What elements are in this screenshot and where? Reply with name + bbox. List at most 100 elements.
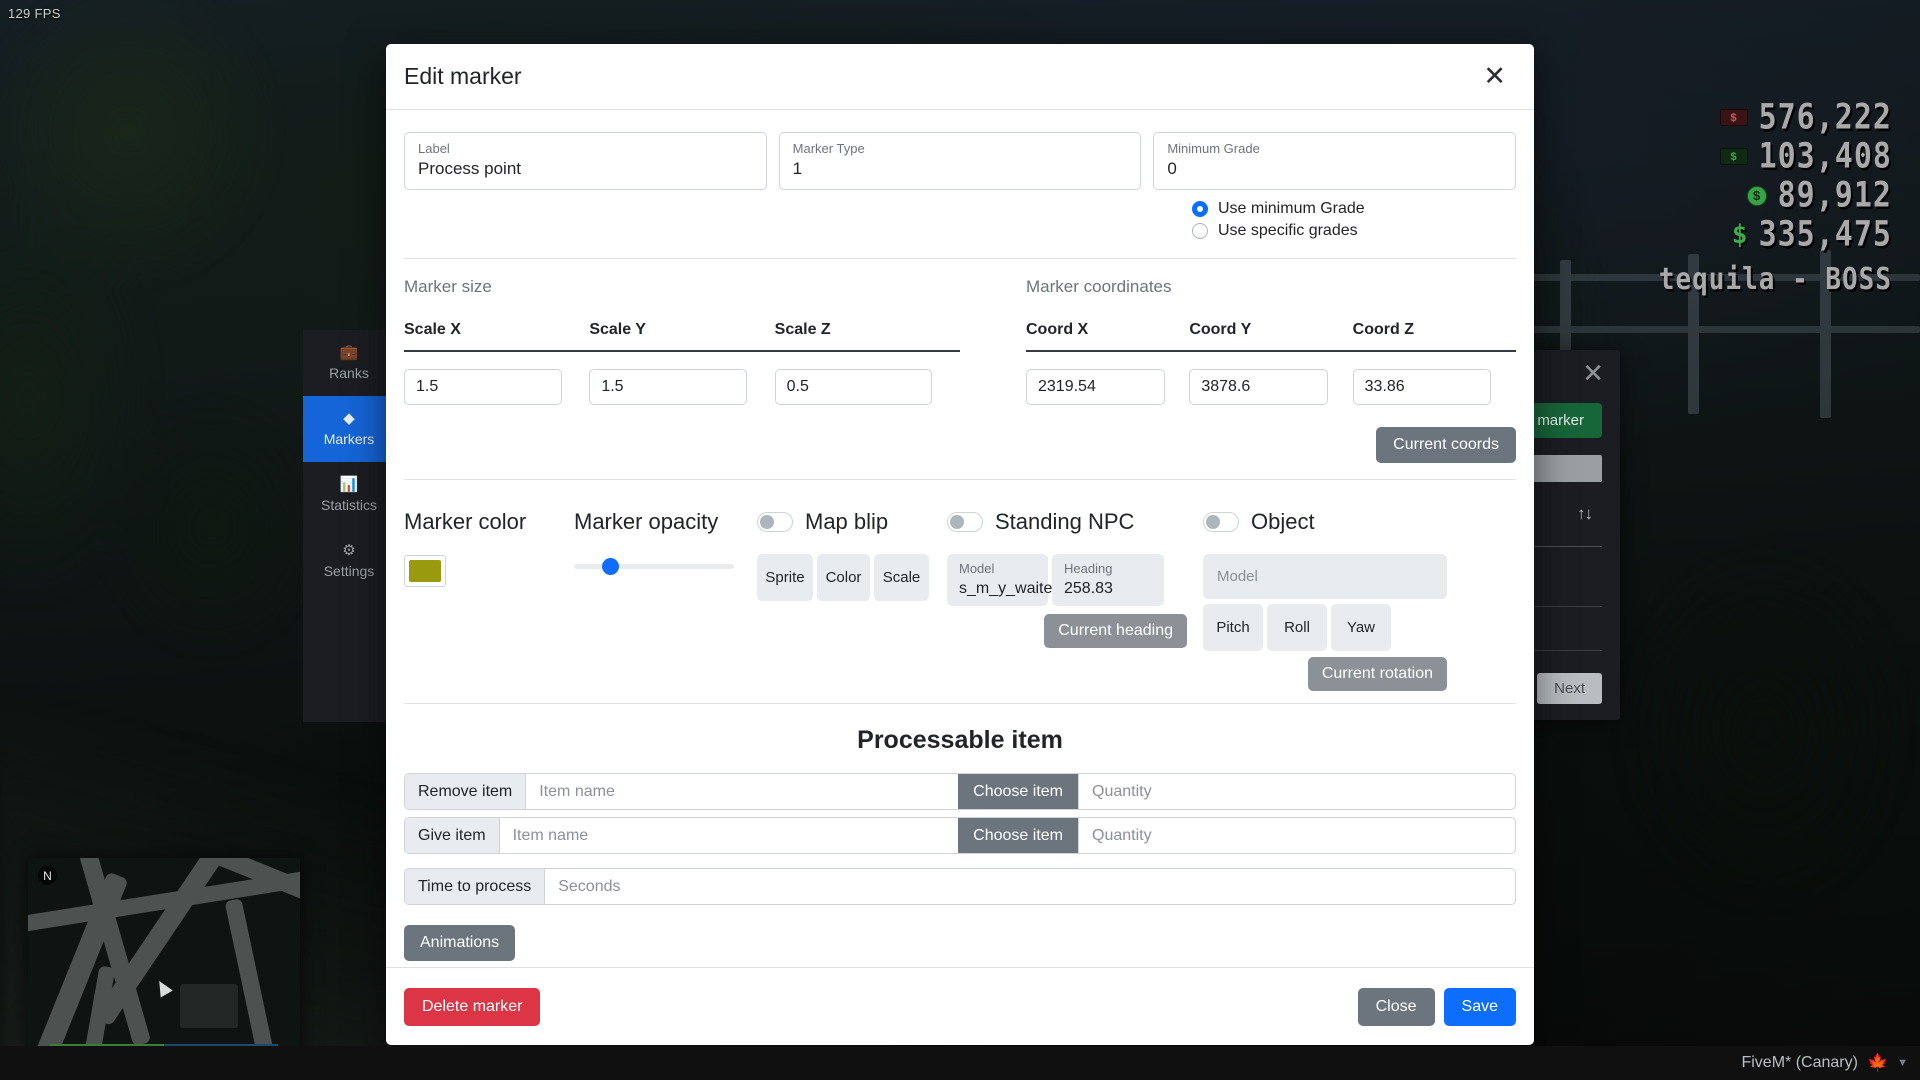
cash-bill-green-icon: $ (1719, 148, 1748, 165)
npc-model-label: Model (959, 561, 995, 577)
close-icon[interactable]: ✕ (1582, 360, 1604, 386)
minimum-grade-value: 0 (1167, 158, 1177, 178)
object-pitch-button[interactable]: Pitch (1203, 604, 1263, 651)
map-blip-toggle[interactable] (757, 512, 793, 532)
object-toggle[interactable] (1203, 512, 1239, 532)
blip-sprite-button[interactable]: Sprite (757, 554, 813, 601)
marker-opacity-group: Marker opacity (574, 504, 739, 691)
close-button[interactable]: Close (1357, 987, 1435, 1026)
minimum-grade-label: Minimum Grade (1167, 141, 1260, 157)
hud-job-name: tequila - BOSS (1658, 262, 1892, 298)
marker-color-swatch[interactable] (404, 555, 446, 587)
map-blip-title: Map blip (805, 509, 889, 534)
coord-z-input[interactable]: 33.86 (1352, 369, 1492, 405)
give-item-choose-button[interactable]: Choose item (958, 818, 1078, 853)
marker-size-headers: Scale X Scale Y Scale Z (404, 321, 960, 350)
radio-use-minimum-grade[interactable]: Use minimum Grade (1192, 200, 1516, 218)
next-page-button[interactable]: Next (1537, 673, 1602, 704)
modal-footer: Delete marker Close Save (386, 967, 1534, 1045)
scale-x-input[interactable]: 1.5 (404, 369, 562, 405)
minimum-grade-field[interactable]: Minimum Grade 0 (1153, 132, 1517, 190)
object-roll-button[interactable]: Roll (1267, 604, 1327, 651)
size-and-coordinates-section: Marker size Scale X Scale Y Scale Z 1.5 … (404, 277, 1516, 463)
object-model-placeholder: Model (1217, 568, 1258, 585)
delete-marker-button[interactable]: Delete marker (404, 987, 541, 1026)
hud-money-panel: $ 576,222 $ 103,408 $ 89,912 $ 335,475 t… (1658, 97, 1892, 298)
radio-label: Use minimum Grade (1218, 200, 1365, 217)
standing-npc-title: Standing NPC (995, 509, 1135, 534)
current-coords-row: Current coords (1026, 427, 1516, 463)
give-item-addon: Give item (405, 818, 500, 853)
coord-y-input[interactable]: 3878.6 (1189, 369, 1329, 405)
marker-type-value: 1 (792, 158, 803, 178)
slider-thumb[interactable] (602, 558, 619, 575)
blip-scale-button[interactable]: Scale (874, 554, 929, 601)
footer-actions: Close Save (1357, 987, 1516, 1026)
npc-model-field[interactable]: Model s_m_y_waite (947, 554, 1052, 606)
hud-row: $ 335,475 (1732, 214, 1892, 255)
coord-x-header: Coord X (1026, 321, 1089, 338)
marker-type-field[interactable]: Marker Type 1 (778, 132, 1142, 190)
give-item-row: Give item Item name Choose item Quantity (404, 817, 1516, 854)
object-yaw-button[interactable]: Yaw (1331, 604, 1391, 651)
edit-marker-modal: Edit marker ✕ Label Process point Marker… (386, 44, 1534, 1045)
scale-y-input[interactable]: 1.5 (589, 369, 747, 405)
marker-type-label: Marker Type (792, 141, 865, 157)
label-field[interactable]: Label Process point (404, 132, 767, 190)
sidebar-item-ranks[interactable]: 💼 Ranks (303, 330, 395, 396)
current-coords-button[interactable]: Current coords (1376, 427, 1516, 463)
hud-society-value: 335,475 (1758, 214, 1892, 255)
npc-heading-label: Heading (1064, 561, 1113, 577)
object-title: Object (1251, 509, 1315, 534)
sidebar-item-settings[interactable]: ⚙ Settings (303, 528, 395, 594)
sidebar-item-markers[interactable]: ◆ Markers (303, 396, 395, 462)
time-to-process-row: Time to process Seconds (404, 868, 1516, 905)
standing-npc-toggle[interactable] (947, 512, 983, 532)
give-item-name-placeholder: Item name (512, 826, 589, 844)
marker-opacity-head: Marker opacity (574, 504, 739, 540)
scale-z-input[interactable]: 0.5 (774, 369, 933, 405)
standing-npc-fields: Model s_m_y_waite Heading 258.83 (947, 554, 1187, 606)
current-rotation-button[interactable]: Current rotation (1307, 657, 1447, 691)
marker-size-group: Marker size Scale X Scale Y Scale Z 1.5 … (404, 277, 960, 463)
current-heading-row: Current heading (947, 614, 1187, 648)
header-rule (404, 350, 960, 352)
current-heading-button[interactable]: Current heading (1044, 614, 1187, 648)
fps-counter: 129 FPS (8, 6, 61, 21)
modal-body: Label Process point Marker Type 1 Minimu… (386, 110, 1534, 967)
marker-coordinates-inputs: 2319.54 3878.6 33.86 (1026, 369, 1516, 405)
remove-item-choose-button[interactable]: Choose item (958, 774, 1078, 809)
taskbar-app-label: FiveM* (Canary) (1741, 1054, 1858, 1071)
page-title: Edit marker (404, 63, 522, 89)
marker-color-head: Marker color (404, 504, 574, 540)
npc-heading-field[interactable]: Heading 258.83 (1052, 554, 1164, 606)
give-item-quantity-input[interactable]: Quantity (1078, 818, 1515, 853)
animations-button[interactable]: Animations (404, 925, 516, 961)
chevron-down-icon[interactable]: ▼ (1897, 1057, 1908, 1069)
sidebar-item-label: Markers (323, 431, 375, 447)
hud-bank-value: 103,408 (1758, 136, 1892, 177)
remove-item-quantity-placeholder: Quantity (1092, 782, 1152, 800)
time-to-process-input[interactable]: Seconds (545, 869, 1515, 904)
give-item-name-input[interactable]: Item name (500, 818, 959, 853)
coord-y-header: Coord Y (1189, 321, 1252, 338)
blip-color-button[interactable]: Color (817, 554, 870, 601)
npc-heading-value: 258.83 (1064, 579, 1113, 597)
coord-x-input[interactable]: 2319.54 (1026, 369, 1165, 405)
toggle-knob (760, 515, 774, 529)
header-rule (1026, 350, 1516, 352)
remove-item-quantity-input[interactable]: Quantity (1078, 774, 1515, 809)
marker-opacity-slider[interactable] (574, 558, 734, 575)
object-model-input[interactable]: Model (1203, 554, 1447, 599)
save-button[interactable]: Save (1443, 987, 1516, 1026)
radio-use-specific-grades[interactable]: Use specific grades (1192, 222, 1516, 240)
sidebar-item-statistics[interactable]: 📊 Statistics (303, 462, 395, 528)
taskbar: FiveM* (Canary) 🍁 ▼ (0, 1046, 1920, 1080)
time-to-process-placeholder: Seconds (558, 877, 621, 895)
sort-updown-icon[interactable]: ↑↓ (1577, 504, 1593, 524)
close-icon[interactable]: ✕ (1477, 61, 1512, 92)
marker-coordinates-headers: Coord X Coord Y Coord Z (1026, 321, 1516, 350)
sidebar-item-label: Settings (323, 563, 375, 579)
remove-item-row: Remove item Item name Choose item Quanti… (404, 773, 1516, 810)
remove-item-name-input[interactable]: Item name (526, 774, 958, 809)
